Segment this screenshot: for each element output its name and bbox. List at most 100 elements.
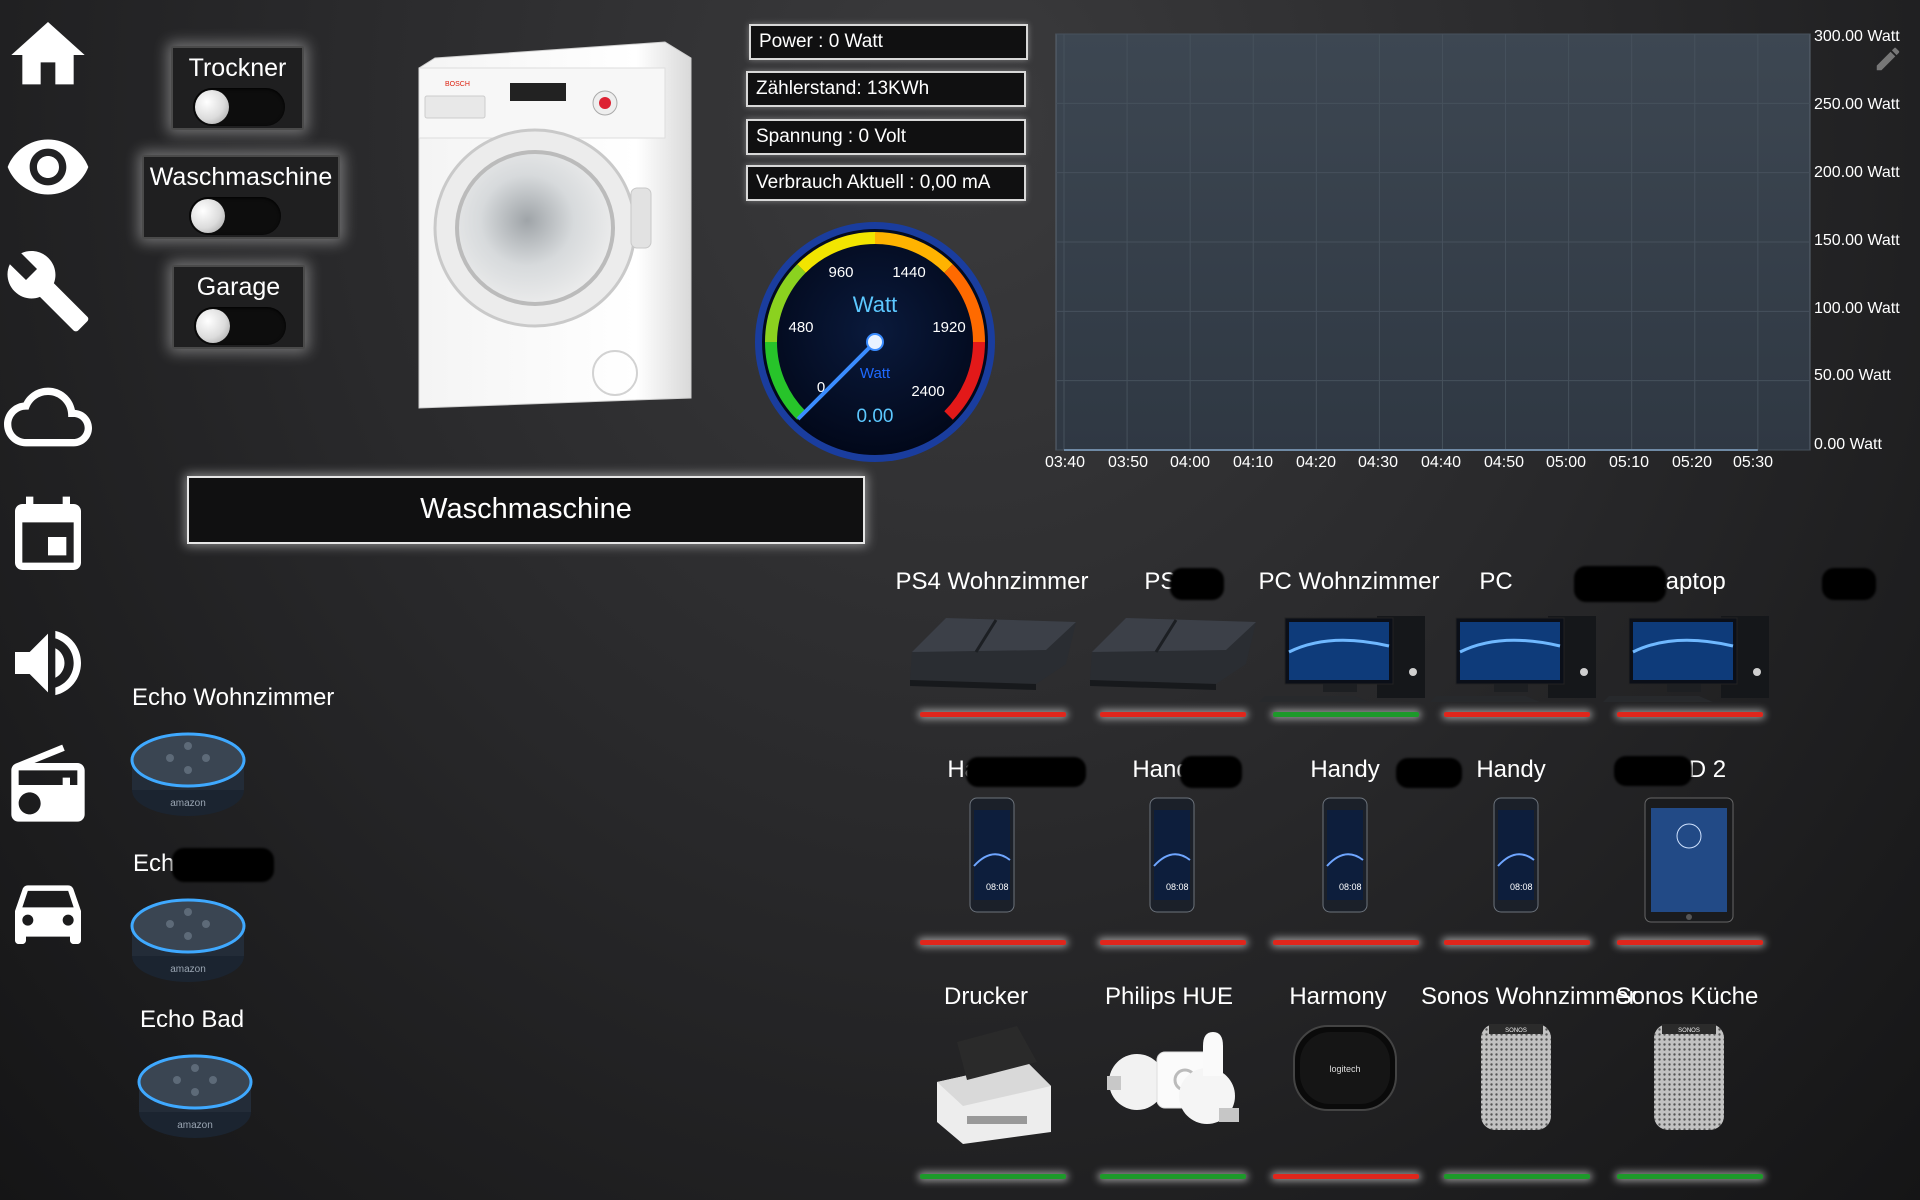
device-tile-ps4[interactable]: PS4 Wohnzimmer — [892, 568, 1092, 717]
device-name: Drucker — [943, 983, 1028, 1010]
device-sonos-image: SONOS — [1416, 1022, 1616, 1132]
waschmaschine-button[interactable]: Waschmaschine — [187, 476, 865, 544]
device-status-bar — [1100, 712, 1246, 717]
calendar-icon — [14, 496, 81, 570]
device-tile-harmony[interactable]: Harmony logitech — [1245, 983, 1445, 1179]
device-phone-image: 08:08 — [892, 796, 1092, 914]
toggle-waschmaschine[interactable] — [189, 197, 281, 235]
device-pc-image — [1416, 612, 1616, 704]
device-tile-sonos[interactable]: Sonos Wohnzimmer SONOS — [1416, 983, 1637, 1179]
nav-view[interactable] — [0, 112, 95, 222]
device-name: Harmony — [1289, 983, 1387, 1010]
cloud-icon — [3, 387, 92, 447]
washing-machine-image: BOSCH — [418, 41, 692, 409]
device-status-bar — [920, 712, 1066, 717]
sidebar — [0, 0, 95, 1200]
toggle-garage[interactable] — [194, 307, 286, 345]
gauge-tick-label: 480 — [788, 319, 813, 336]
chart-y-tick-label: 150.00 Watt — [1814, 232, 1900, 249]
chart-x-tick-label: 04:00 — [1169, 454, 1211, 471]
device-tile-phone[interactable]: Handy08:08 — [1072, 756, 1272, 945]
echo-brand: amazon — [170, 964, 206, 975]
device-name: PS4 Wohnzimmer — [895, 568, 1089, 595]
device-status-bar — [1617, 712, 1763, 717]
svg-text:BOSCH: BOSCH — [445, 81, 470, 88]
echo-dot-image[interactable]: amazon — [130, 896, 246, 986]
device-tile-printer[interactable]: Drucker — [892, 983, 1092, 1179]
toggle-knob — [196, 309, 230, 343]
device-pc-image — [1245, 612, 1445, 704]
svg-text:08:08: 08:08 — [1510, 882, 1533, 892]
echo-label: Echo Bad — [140, 1006, 245, 1033]
device-status-bar — [1273, 940, 1419, 945]
device-status-bar — [1273, 712, 1419, 717]
chart-y-tick-label: 250.00 Watt — [1814, 96, 1900, 113]
device-tile-sonos[interactable]: Sonos Küche SONOS — [1589, 983, 1789, 1179]
nav-radio[interactable] — [0, 730, 95, 840]
svg-text:logitech: logitech — [1329, 1064, 1360, 1074]
chart-x-tick-label: 05:00 — [1545, 454, 1587, 471]
gauge-unit: Watt — [853, 292, 897, 317]
chart-x-tick-label: 04:10 — [1232, 454, 1274, 471]
redaction — [1614, 756, 1692, 786]
toggle-knob — [195, 90, 229, 124]
gauge-unit-small: Watt — [860, 365, 891, 382]
echo-dot-image[interactable]: amazon — [130, 730, 246, 820]
switch-tile-garage: Garage — [172, 265, 305, 349]
nav-audio[interactable] — [0, 608, 95, 718]
device-printer-image — [892, 1022, 1092, 1146]
current-readout: Verbrauch Aktuell : 0,00 mA — [746, 165, 1026, 201]
device-ps4-image — [892, 612, 1092, 692]
gauge-tick-label: 960 — [828, 264, 853, 281]
switch-label: Trockner — [188, 54, 287, 82]
device-status-bar — [1100, 940, 1246, 945]
nav-settings[interactable] — [0, 236, 95, 346]
device-status-bar — [1444, 940, 1590, 945]
nav-weather[interactable] — [0, 362, 95, 472]
redaction — [966, 757, 1086, 787]
svg-text:08:08: 08:08 — [1339, 882, 1362, 892]
gauge-value: 0.00 — [857, 406, 894, 427]
edit-pencil-icon[interactable] — [1873, 44, 1903, 74]
switch-tile-waschmaschine: Waschmaschine — [142, 155, 340, 239]
chart-x-tick-label: 05:20 — [1671, 454, 1713, 471]
svg-text:08:08: 08:08 — [1166, 882, 1189, 892]
device-pc-image — [1589, 612, 1789, 704]
device-status-bar — [1444, 1174, 1590, 1179]
toggle-trockner[interactable] — [193, 88, 285, 126]
nav-car[interactable] — [0, 856, 95, 966]
switch-label: Garage — [196, 273, 281, 301]
redaction — [1170, 568, 1224, 600]
svg-text:SONOS: SONOS — [1505, 1028, 1527, 1034]
gauge-tick-label: 1920 — [932, 319, 965, 336]
chart-x-tick-label: 04:20 — [1295, 454, 1337, 471]
echo-dot-image[interactable]: amazon — [137, 1052, 253, 1142]
device-name: PS4 — [1144, 568, 1190, 595]
device-status-bar — [1617, 940, 1763, 945]
redaction — [172, 848, 274, 882]
device-phone-image: 08:08 — [1245, 796, 1445, 914]
radio-icon — [10, 744, 85, 822]
device-ps4-image — [1072, 612, 1272, 692]
device-tablet-image — [1589, 796, 1789, 924]
meter-readout: Zählerstand: 13KWh — [746, 71, 1026, 107]
device-sonos-image: SONOS — [1589, 1022, 1789, 1132]
redaction — [1396, 758, 1462, 788]
device-phone-image: 08:08 — [1416, 796, 1616, 914]
device-status-bar — [920, 940, 1066, 945]
gauge-tick-label: 2400 — [911, 383, 944, 400]
gauge-tick-label: 1440 — [892, 264, 925, 281]
nav-home[interactable] — [0, 0, 95, 110]
device-status-bar — [1273, 1174, 1419, 1179]
car-icon — [14, 885, 81, 944]
eye-icon — [7, 139, 88, 195]
chart-y-tick-label: 0.00 Watt — [1814, 436, 1882, 453]
voltage-readout: Spannung : 0 Volt — [746, 119, 1026, 155]
power-gauge: 960 1440 480 1920 0 2400 Watt Watt 0.00 — [755, 222, 995, 462]
nav-calendar[interactable] — [0, 482, 95, 592]
chart-x-tick-label: 03:50 — [1107, 454, 1149, 471]
chart-x-tick-label: 04:30 — [1357, 454, 1399, 471]
device-name: Sonos Küche — [1615, 983, 1759, 1010]
chart-x-tick-label: 04:50 — [1483, 454, 1525, 471]
chart-x-tick-label: 05:30 — [1732, 454, 1774, 471]
